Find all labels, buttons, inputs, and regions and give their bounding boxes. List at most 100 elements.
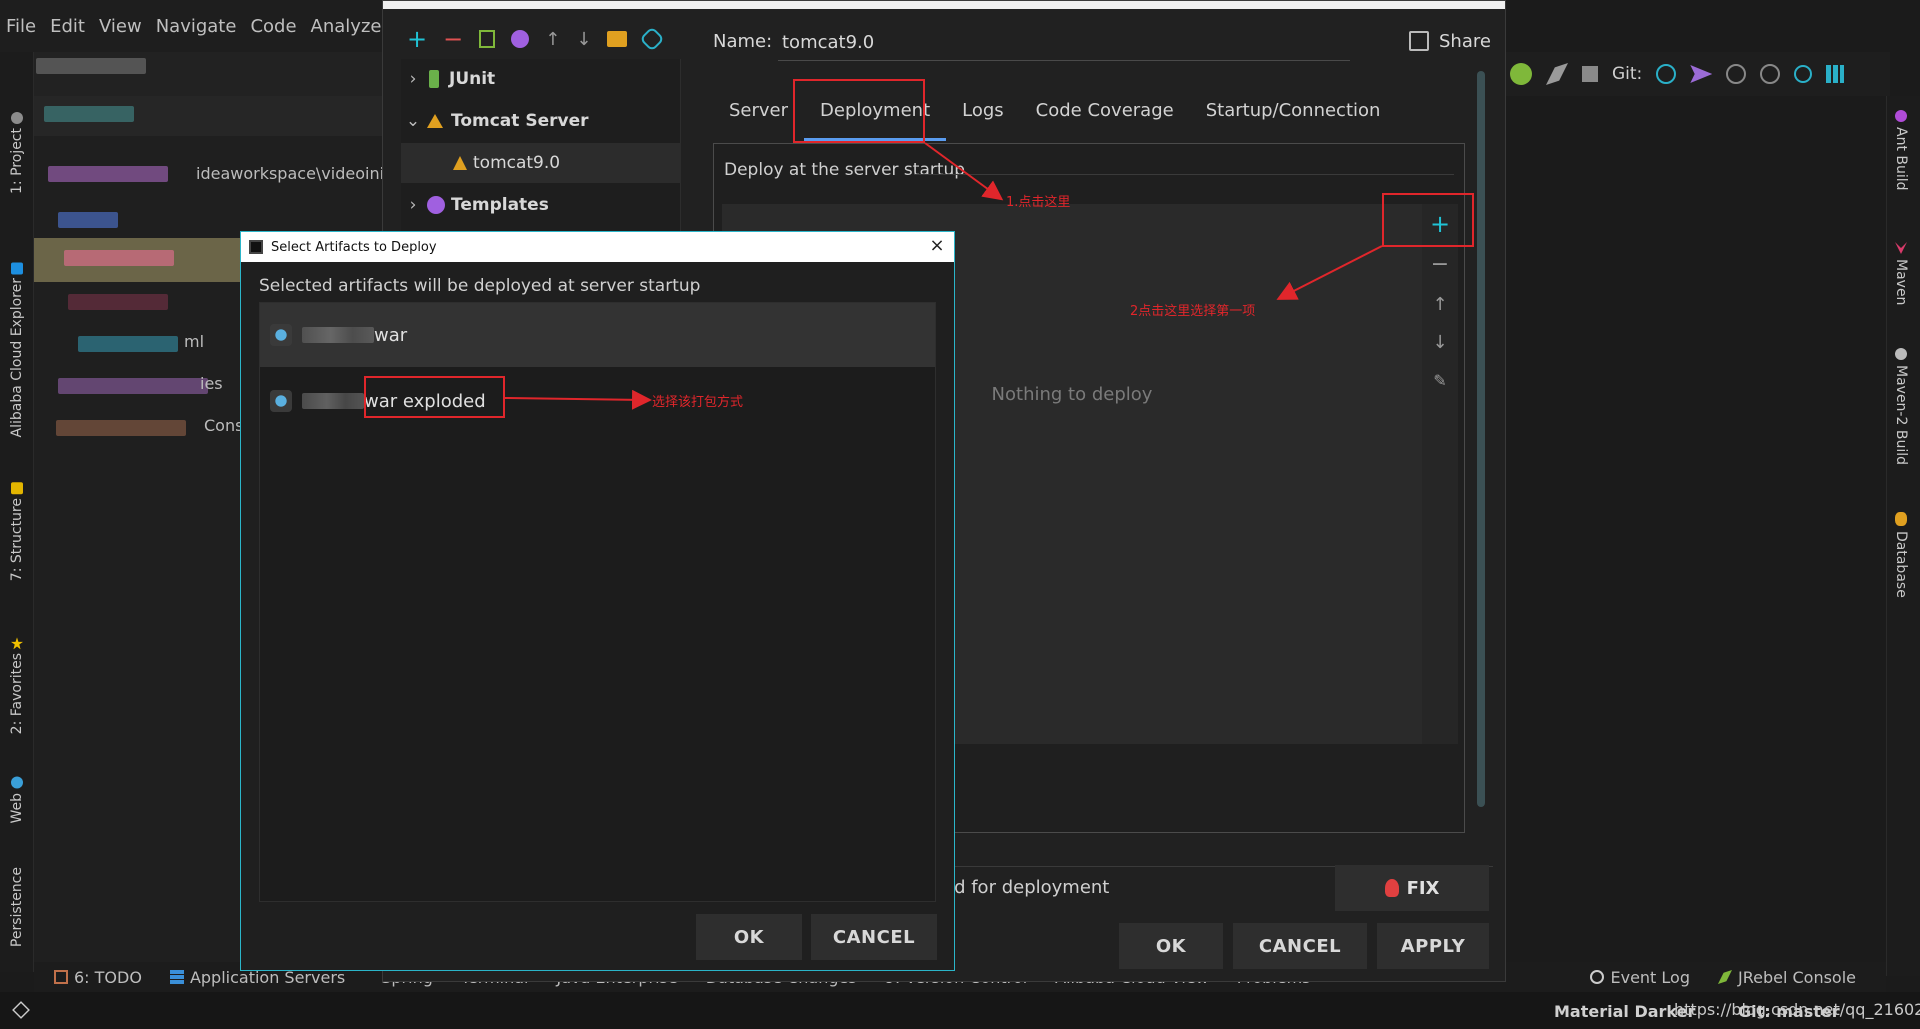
tree-item-tomcat-server[interactable]: ⌄ Tomcat Server: [401, 101, 681, 141]
annotation-note-2: 2点击这里选择第一项: [1130, 304, 1256, 319]
blurred-item: [64, 250, 174, 266]
tab-favorites[interactable]: 2: Favorites: [4, 637, 30, 734]
project-fragment-ml: ml: [184, 332, 205, 351]
dialog-ok-button[interactable]: OK: [696, 914, 802, 960]
structure-icon: [11, 482, 23, 494]
status-bar: Material Darker Git: master https://blog…: [0, 992, 1920, 1029]
menu-file[interactable]: File: [6, 16, 36, 37]
search-icon[interactable]: [1794, 65, 1813, 83]
tab-web[interactable]: Web: [4, 777, 30, 824]
blurred-item: [58, 212, 118, 228]
dialog-description: Selected artifacts will be deployed at s…: [259, 276, 701, 296]
apply-button[interactable]: APPLY: [1377, 923, 1489, 969]
tab-server[interactable]: Server: [713, 81, 804, 141]
list-item-war-label: war: [374, 324, 408, 346]
link-icon[interactable]: [639, 26, 666, 52]
jrebel-run-icon[interactable]: [1510, 63, 1532, 85]
tab-alibaba-cloud-explorer[interactable]: Alibaba Cloud Explorer: [4, 262, 30, 437]
ant-icon: [1895, 110, 1907, 122]
folder-icon[interactable]: [607, 31, 628, 47]
blurred-item: [78, 336, 178, 352]
tool-event-log[interactable]: Event Log: [1590, 968, 1690, 987]
cancel-button[interactable]: CANCEL: [1233, 923, 1367, 969]
left-tool-strip: 1: Project Alibaba Cloud Explorer 7: Str…: [0, 52, 34, 972]
name-label: Name:: [713, 31, 773, 52]
tomcat-icon: [427, 114, 443, 128]
grid-icon[interactable]: [1826, 65, 1845, 83]
tool-todo-label: 6: TODO: [74, 967, 142, 987]
tab-maven[interactable]: Maven: [1893, 242, 1909, 305]
jrebel-debug-icon[interactable]: [1546, 63, 1568, 85]
chevron-right-icon: ›: [409, 195, 417, 215]
project-fragment-cons: Cons: [204, 416, 244, 435]
edit-pencil-icon[interactable]: ✎: [1422, 364, 1458, 396]
move-down-icon[interactable]: ↓: [1422, 326, 1458, 358]
tab-startup-connection[interactable]: Startup/Connection: [1190, 81, 1397, 141]
tab-logs[interactable]: Logs: [946, 81, 1020, 141]
blurred-item: [56, 420, 186, 436]
blurred-artifact-name: [302, 327, 374, 343]
tree-item-templates[interactable]: › Templates: [401, 185, 681, 225]
tab-database-label: Database: [1893, 531, 1909, 598]
tree-item-junit[interactable]: › JUnit: [401, 59, 681, 99]
tab-project[interactable]: 1: Project: [4, 112, 30, 194]
close-icon[interactable]: ×: [925, 235, 949, 259]
intellij-icon: [249, 240, 263, 254]
layers-icon[interactable]: [12, 1001, 30, 1019]
move-down-icon[interactable]: ↓: [576, 29, 591, 50]
remove-artifact-button[interactable]: −: [1422, 248, 1458, 280]
blurred-project-name: [36, 58, 146, 74]
tab-web-label: Web: [9, 793, 25, 824]
tool-jrebel-console[interactable]: JRebel Console: [1717, 967, 1856, 987]
history-icon[interactable]: [1726, 64, 1747, 84]
deploy-title: Deploy at the server startup: [724, 160, 966, 180]
tab-persistence-label: Persistence: [9, 867, 25, 948]
move-up-icon[interactable]: ↑: [545, 29, 560, 50]
tab-database[interactable]: Database: [1893, 512, 1909, 598]
blurred-artifact-name: [302, 393, 364, 409]
name-input[interactable]: [778, 25, 1350, 61]
warning-text: ed for deployment: [943, 877, 1110, 898]
dialog-cancel-button[interactable]: CANCEL: [811, 914, 937, 960]
tab-structure[interactable]: 7: Structure: [4, 482, 30, 581]
scrollbar[interactable]: [1477, 71, 1485, 807]
select-artifacts-dialog: Select Artifacts to Deploy × Selected ar…: [240, 231, 955, 971]
menu-navigate[interactable]: Navigate: [156, 16, 237, 37]
tool-jrebel-console-label: JRebel Console: [1737, 967, 1856, 987]
rollback-icon[interactable]: [1760, 64, 1781, 84]
tab-ant-build-label: Ant Build: [1893, 127, 1909, 191]
gear-icon[interactable]: [511, 30, 530, 48]
menu-analyze[interactable]: Analyze: [311, 16, 382, 37]
git-push-icon[interactable]: [1690, 65, 1713, 83]
servers-icon: [169, 970, 184, 984]
annotation-note-1: 1.点击这里: [1006, 195, 1071, 210]
list-item-war-exploded[interactable]: war exploded: [260, 369, 935, 433]
git-branch-icon[interactable]: [1656, 64, 1677, 84]
share-checkbox[interactable]: [1409, 31, 1429, 51]
tab-favorites-label: 2: Favorites: [9, 653, 25, 735]
config-toolbar: + − ↑ ↓: [407, 23, 666, 55]
list-item-war[interactable]: war: [260, 303, 935, 367]
watermark-text: https://blog.csdn.net/qq_21602341: [1674, 1000, 1920, 1019]
ok-button[interactable]: OK: [1119, 923, 1223, 969]
add-config-icon[interactable]: +: [407, 27, 427, 51]
menu-view[interactable]: View: [99, 16, 142, 37]
tab-ant-build[interactable]: Ant Build: [1893, 110, 1909, 191]
tree-item-tomcat-server-label: Tomcat Server: [451, 111, 589, 131]
tab-persistence[interactable]: Persistence: [4, 867, 30, 947]
remove-config-icon[interactable]: −: [443, 27, 463, 51]
dialog-top-edge: [383, 1, 1505, 9]
stop-icon[interactable]: [1582, 66, 1598, 82]
gear-icon: [1895, 348, 1907, 360]
web-icon: [11, 777, 23, 789]
tree-item-tomcat9[interactable]: tomcat9.0: [401, 143, 681, 183]
menu-edit[interactable]: Edit: [50, 16, 85, 37]
tab-maven2-build[interactable]: Maven-2 Build: [1893, 348, 1909, 465]
tab-code-coverage[interactable]: Code Coverage: [1020, 81, 1190, 141]
menu-code[interactable]: Code: [250, 16, 296, 37]
tool-event-log-label: Event Log: [1610, 967, 1690, 987]
copy-config-icon[interactable]: [479, 30, 496, 48]
move-up-icon[interactable]: ↑: [1422, 288, 1458, 320]
fix-button[interactable]: FIX: [1335, 865, 1489, 911]
tool-todo[interactable]: 6: TODO: [54, 968, 142, 987]
